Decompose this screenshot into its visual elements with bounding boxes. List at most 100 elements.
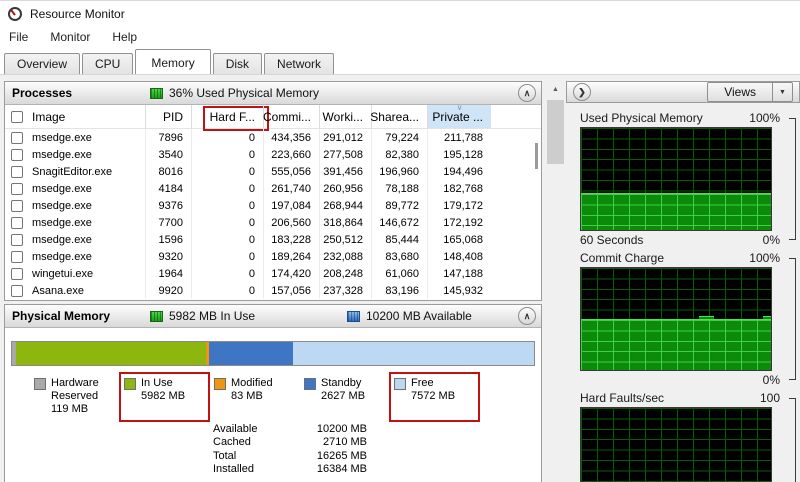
scale-bracket [789,118,796,240]
chart-time-label: 60 Seconds [580,233,644,247]
scrollbar-up-arrow-icon[interactable]: ▲ [547,81,564,98]
memory-stats: Available 10200 MB Cached 2710 MB Total … [213,423,541,477]
resource-monitor-window: Resource Monitor File Monitor Help Overv… [0,0,800,482]
process-private: 195,128 [427,146,491,163]
scrollbar-thumb[interactable] [547,100,564,164]
process-private: 148,408 [427,248,491,265]
row-checkbox[interactable] [11,233,23,246]
select-all-checkbox[interactable] [11,110,23,123]
process-pid: 8016 [145,163,191,180]
memory-bar [11,341,535,366]
row-checkbox[interactable] [11,131,23,144]
menubar: File Monitor Help [0,26,800,48]
stat-label: Available [213,423,258,435]
memory-bar-segment-standby [209,342,293,365]
legend-swatch-in-use [124,378,136,390]
scale-bracket [789,398,796,482]
process-shareable: 83,196 [371,282,427,299]
commit-charge-graph [580,267,772,371]
charts-column: Used Physical Memory 100% 60 Seconds 0% [566,103,800,482]
column-header-hard-faults[interactable]: Hard F... [191,105,269,131]
row-checkbox[interactable] [11,250,23,263]
tab-overview[interactable]: Overview [4,53,81,74]
available-status: 10200 MB Available [366,309,472,323]
row-checkbox[interactable] [11,284,23,297]
process-rows: msedge.exe 7896 0 434,356 291,012 79,224… [5,129,541,300]
row-checkbox[interactable] [11,182,23,195]
left-column: Processes 36% Used Physical Memory ∧ Ima… [4,81,542,482]
process-row[interactable]: msedge.exe 3540 0 223,660 277,508 82,380… [5,146,541,163]
row-checkbox[interactable] [11,267,23,280]
process-working-set: 250,512 [319,231,371,248]
collapse-physical-memory-button[interactable]: ∧ [518,307,536,325]
views-button[interactable]: Views ▼ [707,82,793,102]
legend-label: Hardware Reserved [51,377,99,402]
process-row[interactable]: msedge.exe 9320 0 189,264 232,088 83,680… [5,248,541,265]
process-row[interactable]: msedge.exe 7896 0 434,356 291,012 79,224… [5,129,541,146]
processes-title: Processes [12,86,73,100]
chart-title: Used Physical Memory [580,111,703,125]
column-header-private[interactable]: ∨ Private ... [427,103,491,128]
process-pid: 9376 [145,197,191,214]
vertical-scrollbar[interactable]: ▲ [547,81,564,482]
process-commit: 555,056 [263,163,319,180]
processes-panel: Processes 36% Used Physical Memory ∧ Ima… [4,81,542,301]
column-header-commit[interactable]: Commi... [263,105,319,128]
process-image-name: msedge.exe [32,148,92,161]
process-commit: 206,560 [263,214,319,231]
titlebar: Resource Monitor [0,1,800,26]
row-checkbox[interactable] [11,216,23,229]
legend-label: Modified [231,377,273,389]
process-hard-faults: 0 [191,282,263,299]
process-row[interactable]: Asana.exe 9920 0 157,056 237,328 83,196 … [5,282,541,299]
legend-swatch-standby [304,378,316,390]
chart-hard-faults: Hard Faults/sec 100 [580,389,800,482]
column-hard-faults-label: Hard F... [209,109,255,124]
views-dropdown-arrow-icon[interactable]: ▼ [772,83,792,101]
legend-value: 119 MB [51,403,89,415]
in-use-meter-icon [150,310,163,322]
column-header-shareable[interactable]: Sharea... [370,105,427,128]
collapse-graphs-button[interactable]: ❯ [573,83,591,101]
process-list-scrollbar-thumb[interactable] [535,143,538,169]
collapse-processes-button[interactable]: ∧ [518,84,536,102]
menu-help[interactable]: Help [112,30,137,44]
process-shareable: 82,380 [371,146,427,163]
chart-title: Hard Faults/sec [580,391,665,405]
process-row[interactable]: wingetui.exe 1964 0 174,420 208,248 61,0… [5,265,541,282]
process-pid: 9920 [145,282,191,299]
process-working-set: 268,944 [319,197,371,214]
menu-monitor[interactable]: Monitor [50,30,90,44]
process-row[interactable]: msedge.exe 7700 0 206,560 318,864 146,67… [5,214,541,231]
process-commit: 261,740 [263,180,319,197]
menu-file[interactable]: File [9,30,28,44]
tab-cpu[interactable]: CPU [82,53,134,74]
process-private: 194,496 [427,163,491,180]
tab-memory[interactable]: Memory [135,49,211,74]
process-row[interactable]: msedge.exe 1596 0 183,228 250,512 85,444… [5,231,541,248]
process-row[interactable]: SnagitEditor.exe 8016 0 555,056 391,456 … [5,163,541,180]
process-working-set: 318,864 [319,214,371,231]
process-row[interactable]: msedge.exe 9376 0 197,084 268,944 89,772… [5,197,541,214]
in-use-status: 5982 MB In Use [169,309,256,323]
column-header-image[interactable]: Image [5,105,145,128]
tab-network[interactable]: Network [264,53,335,74]
column-header-working-set[interactable]: Worki... [319,105,371,128]
row-checkbox[interactable] [11,165,23,178]
process-shareable: 85,444 [371,231,427,248]
tab-disk[interactable]: Disk [212,53,263,74]
column-header-pid[interactable]: PID [145,105,191,128]
process-private: 172,192 [427,214,491,231]
row-checkbox[interactable] [11,148,23,161]
process-pid: 1596 [145,231,191,248]
legend-label: Free [411,377,434,389]
process-private: 145,932 [427,282,491,299]
legend-label: Standby [321,377,362,389]
row-checkbox[interactable] [11,199,23,212]
physical-memory-header: Physical Memory 5982 MB In Use 10200 MB … [5,305,541,328]
legend-swatch-hardware-reserved [34,378,46,390]
process-row[interactable]: msedge.exe 4184 0 261,740 260,956 78,188… [5,180,541,197]
legend-item-hardware-reserved: Hardware Reserved 119 MB [34,377,124,416]
stat-value: 16384 MB [316,463,367,476]
chart-max-label: 100% [749,251,780,265]
